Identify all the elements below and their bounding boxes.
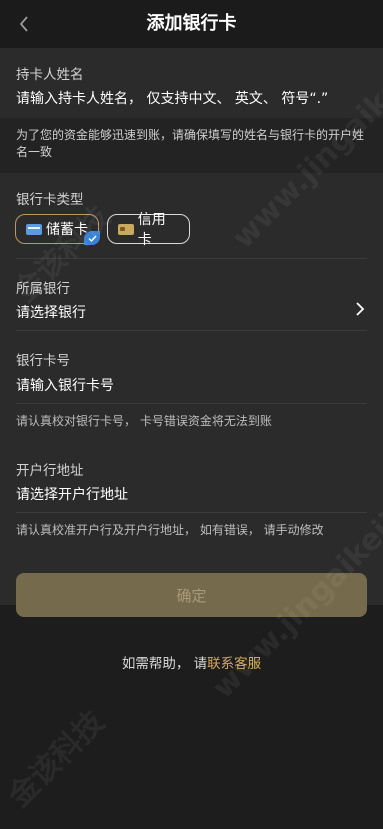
credit-card-label: 信用卡 xyxy=(137,212,166,248)
help-text: 如需帮助， 请联系客服 xyxy=(0,652,383,672)
bank-select[interactable]: 请选择银行 xyxy=(16,302,86,322)
watermark: 金该科技 xyxy=(1,704,112,815)
credit-card-option[interactable]: 信用卡 xyxy=(107,212,190,248)
branch-address-select[interactable]: 请选择开户行地址 xyxy=(16,484,128,504)
bank-label: 所属银行 xyxy=(16,281,70,297)
branch-label: 开户行地址 xyxy=(16,463,84,479)
contact-support-link[interactable]: 联系客服 xyxy=(207,656,261,672)
chevron-right-icon[interactable] xyxy=(355,302,365,316)
name-notice: 为了您的资金能够迅速到账，请确保填写的姓名与银行卡的开户姓名一致 xyxy=(0,118,383,173)
card-type-label: 银行卡类型 xyxy=(16,192,84,208)
divider xyxy=(16,330,367,331)
divider xyxy=(16,512,367,513)
holder-label: 持卡人姓名 xyxy=(16,67,84,83)
divider xyxy=(16,403,367,404)
help-prefix: 如需帮助， 请 xyxy=(121,656,208,672)
confirm-button[interactable]: 确定 xyxy=(16,573,367,617)
debit-card-label: 储蓄卡 xyxy=(46,222,88,238)
divider xyxy=(16,258,367,259)
holder-name-input[interactable]: 请输入持卡人姓名， 仅支持中文、 英文、 符号“.” xyxy=(16,88,328,108)
page-title: 添加银行卡 xyxy=(146,13,237,34)
selected-check-icon xyxy=(84,231,100,245)
card-details-panel: 银行卡类型 储蓄卡 信用卡 所属银行 请选择银行 银行卡号 请输入银行卡号 请认… xyxy=(0,173,383,605)
card-number-label: 银行卡号 xyxy=(16,353,70,369)
card-number-hint: 请认真校对银行卡号， 卡号错误资金将无法到账 xyxy=(16,414,272,428)
notice-text: 为了您的资金能够迅速到账，请确保填写的姓名与银行卡的开户姓名一致 xyxy=(16,128,365,159)
debit-card-icon xyxy=(26,223,42,235)
card-number-input[interactable]: 请输入银行卡号 xyxy=(16,375,114,395)
credit-card-icon xyxy=(118,223,134,235)
header-bar: 添加银行卡 xyxy=(0,0,383,48)
branch-hint: 请认真校准开户行及开户行地址， 如有错误， 请手动修改 xyxy=(16,523,324,537)
debit-card-option[interactable]: 储蓄卡 xyxy=(15,214,100,245)
holder-section: 持卡人姓名 请输入持卡人姓名， 仅支持中文、 英文、 符号“.” xyxy=(0,48,383,118)
